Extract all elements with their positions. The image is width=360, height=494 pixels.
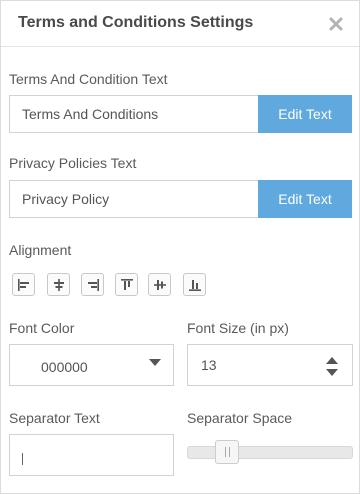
align-top-icon (121, 279, 133, 290)
privacy-edit-button[interactable]: Edit Text (258, 180, 352, 218)
font-size-label: Font Size (in px) (187, 320, 289, 336)
text-cursor (22, 453, 23, 465)
grip-line (225, 447, 226, 457)
align-right-button[interactable] (81, 273, 104, 296)
privacy-text-value: Privacy Policy (22, 191, 110, 207)
align-center-icon (54, 279, 64, 291)
separator-text-input[interactable] (9, 434, 174, 476)
terms-label: Terms And Condition Text (9, 71, 168, 87)
align-middle-icon (154, 280, 166, 290)
align-bottom-button[interactable] (183, 273, 206, 296)
spin-down-icon[interactable] (326, 369, 338, 377)
separator-space-label: Separator Space (187, 410, 293, 426)
align-right-icon (88, 279, 99, 291)
font-color-label: Font Color (9, 320, 75, 336)
align-center-button[interactable] (47, 273, 70, 296)
alignment-label: Alignment (9, 242, 72, 258)
close-icon[interactable] (328, 16, 344, 32)
privacy-text-field[interactable]: Privacy Policy (9, 180, 259, 218)
dialog-header: Terms and Conditions Settings (1, 1, 359, 47)
separator-text-label: Separator Text (9, 410, 100, 426)
dialog-title: Terms and Conditions Settings (18, 14, 254, 31)
align-left-icon (18, 279, 29, 291)
terms-text-value: Terms And Conditions (22, 106, 159, 122)
chevron-down-icon (149, 359, 161, 366)
font-size-value: 13 (201, 357, 217, 373)
grip-line (229, 447, 230, 457)
align-top-button[interactable] (115, 273, 138, 296)
align-left-button[interactable] (12, 273, 35, 296)
align-bottom-icon (189, 280, 201, 291)
privacy-label: Privacy Policies Text (9, 155, 137, 171)
font-color-value: 000000 (41, 359, 88, 375)
align-middle-button[interactable] (148, 273, 171, 296)
separator-space-slider-handle[interactable] (215, 440, 239, 464)
terms-text-field[interactable]: Terms And Conditions (9, 95, 259, 133)
spin-up-icon[interactable] (326, 356, 338, 364)
font-size-stepper[interactable]: 13 (187, 344, 353, 386)
separator-space-slider-track[interactable] (187, 446, 353, 459)
font-color-select[interactable]: 000000 (9, 344, 174, 386)
terms-edit-button[interactable]: Edit Text (258, 95, 352, 133)
